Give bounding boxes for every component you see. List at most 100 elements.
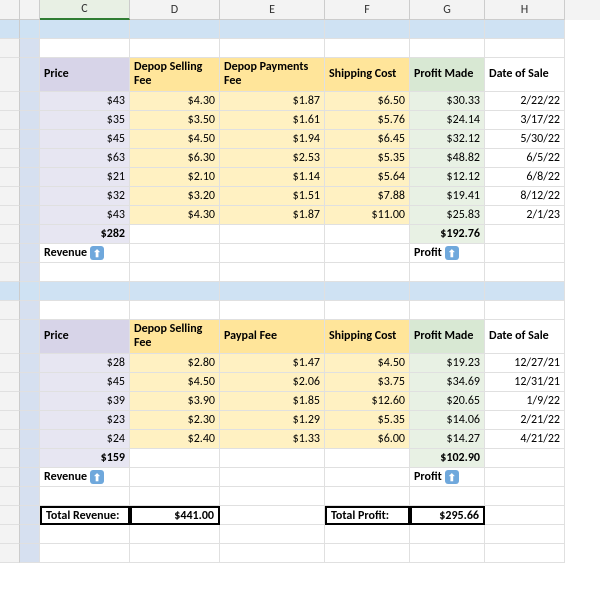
cell-fee2[interactable]: $1.33 (220, 430, 325, 449)
cell-ship[interactable]: $7.88 (325, 187, 410, 206)
cell-profit[interactable]: $48.82 (410, 149, 485, 168)
header-date[interactable]: Date of Sale (485, 58, 565, 92)
cell-fee2[interactable]: $1.61 (220, 111, 325, 130)
col-head-e[interactable]: E (220, 0, 325, 20)
col-head-f[interactable]: F (325, 0, 410, 20)
cell-date[interactable]: 12/27/21 (485, 354, 565, 373)
cell-fee1[interactable]: $3.20 (130, 187, 220, 206)
profit-label[interactable]: Profit⬆ (410, 244, 485, 263)
cell-fee1[interactable]: $2.30 (130, 411, 220, 430)
col-head[interactable] (0, 0, 20, 20)
col-head-d[interactable]: D (130, 0, 220, 20)
header-paypal-fee[interactable]: Paypal Fee (220, 320, 325, 354)
cell-price[interactable]: $43 (40, 92, 130, 111)
cell-fee2[interactable]: $1.87 (220, 92, 325, 111)
cell-fee2[interactable]: $1.87 (220, 206, 325, 225)
col-head-c[interactable]: C (40, 0, 130, 20)
cell-fee1[interactable]: $2.10 (130, 168, 220, 187)
cell-profit[interactable]: $14.27 (410, 430, 485, 449)
cell-ship[interactable]: $5.64 (325, 168, 410, 187)
total-profit-value[interactable]: $295.66 (410, 506, 485, 525)
cell-price[interactable]: $23 (40, 411, 130, 430)
cell-fee1[interactable]: $4.30 (130, 92, 220, 111)
cell-date[interactable]: 4/21/22 (485, 430, 565, 449)
header-shipping[interactable]: Shipping Cost (325, 320, 410, 354)
col-head-h[interactable]: H (485, 0, 565, 20)
header-selling-fee[interactable]: Depop Selling Fee (130, 320, 220, 354)
cell-ship[interactable]: $5.35 (325, 411, 410, 430)
cell-date[interactable]: 2/22/22 (485, 92, 565, 111)
revenue-label[interactable]: Revenue⬆ (40, 244, 130, 263)
cell-price[interactable]: $39 (40, 392, 130, 411)
cell-price[interactable]: $45 (40, 130, 130, 149)
cell-fee1[interactable]: $3.50 (130, 111, 220, 130)
total-profit-label[interactable]: Total Profit: (325, 506, 410, 525)
cell-profit[interactable]: $14.06 (410, 411, 485, 430)
cell-ship[interactable]: $12.60 (325, 392, 410, 411)
cell-profit[interactable]: $12.12 (410, 168, 485, 187)
cell-fee1[interactable]: $2.80 (130, 354, 220, 373)
total-price[interactable]: $282 (40, 225, 130, 244)
cell-fee1[interactable]: $6.30 (130, 149, 220, 168)
cell-date[interactable]: 2/1/23 (485, 206, 565, 225)
cell-fee2[interactable]: $1.29 (220, 411, 325, 430)
cell-fee2[interactable]: $1.94 (220, 130, 325, 149)
cell-profit[interactable]: $24.14 (410, 111, 485, 130)
cell-price[interactable]: $24 (40, 430, 130, 449)
cell-fee2[interactable]: $1.51 (220, 187, 325, 206)
cell-ship[interactable]: $6.45 (325, 130, 410, 149)
col-head-g[interactable]: G (410, 0, 485, 20)
cell-fee1[interactable]: $2.40 (130, 430, 220, 449)
cell-price[interactable]: $45 (40, 373, 130, 392)
cell-ship[interactable]: $6.50 (325, 92, 410, 111)
cell-ship[interactable]: $11.00 (325, 206, 410, 225)
cell-fee2[interactable]: $2.53 (220, 149, 325, 168)
cell-profit[interactable]: $30.33 (410, 92, 485, 111)
cell-profit[interactable]: $25.83 (410, 206, 485, 225)
revenue-label[interactable]: Revenue⬆ (40, 468, 130, 487)
header-price[interactable]: Price (40, 58, 130, 92)
cell-ship[interactable]: $5.76 (325, 111, 410, 130)
header-shipping[interactable]: Shipping Cost (325, 58, 410, 92)
cell-price[interactable]: $21 (40, 168, 130, 187)
cell-profit[interactable]: $34.69 (410, 373, 485, 392)
cell-profit[interactable]: $20.65 (410, 392, 485, 411)
total-profit[interactable]: $102.90 (410, 449, 485, 468)
header-price[interactable]: Price (40, 320, 130, 354)
total-revenue-label[interactable]: Total Revenue: (40, 506, 130, 525)
total-profit[interactable]: $192.76 (410, 225, 485, 244)
cell-profit[interactable]: $19.23 (410, 354, 485, 373)
total-price[interactable]: $159 (40, 449, 130, 468)
cell-price[interactable]: $28 (40, 354, 130, 373)
cell-price[interactable]: $43 (40, 206, 130, 225)
header-payments-fee[interactable]: Depop Payments Fee (220, 58, 325, 92)
cell-ship[interactable]: $5.35 (325, 149, 410, 168)
header-selling-fee[interactable]: Depop Selling Fee (130, 58, 220, 92)
cell-fee2[interactable]: $1.14 (220, 168, 325, 187)
cell-date[interactable]: 1/9/22 (485, 392, 565, 411)
cell-date[interactable]: 2/21/22 (485, 411, 565, 430)
header-date[interactable]: Date of Sale (485, 320, 565, 354)
cell-profit[interactable]: $19.41 (410, 187, 485, 206)
cell-date[interactable]: 12/31/21 (485, 373, 565, 392)
cell-price[interactable]: $32 (40, 187, 130, 206)
cell-ship[interactable]: $4.50 (325, 354, 410, 373)
cell-date[interactable]: 3/17/22 (485, 111, 565, 130)
cell-date[interactable]: 8/12/22 (485, 187, 565, 206)
cell-ship[interactable]: $6.00 (325, 430, 410, 449)
cell-ship[interactable]: $3.75 (325, 373, 410, 392)
cell-fee2[interactable]: $2.06 (220, 373, 325, 392)
cell-fee1[interactable]: $4.50 (130, 373, 220, 392)
header-profit[interactable]: Profit Made (410, 320, 485, 354)
cell-date[interactable]: 6/8/22 (485, 168, 565, 187)
cell-date[interactable]: 6/5/22 (485, 149, 565, 168)
cell-fee2[interactable]: $1.85 (220, 392, 325, 411)
total-revenue-value[interactable]: $441.00 (130, 506, 220, 525)
cell-fee1[interactable]: $3.90 (130, 392, 220, 411)
cell-fee1[interactable]: $4.50 (130, 130, 220, 149)
header-profit[interactable]: Profit Made (410, 58, 485, 92)
cell-fee1[interactable]: $4.30 (130, 206, 220, 225)
cell-price[interactable]: $63 (40, 149, 130, 168)
cell-price[interactable]: $35 (40, 111, 130, 130)
col-head[interactable] (20, 0, 40, 20)
